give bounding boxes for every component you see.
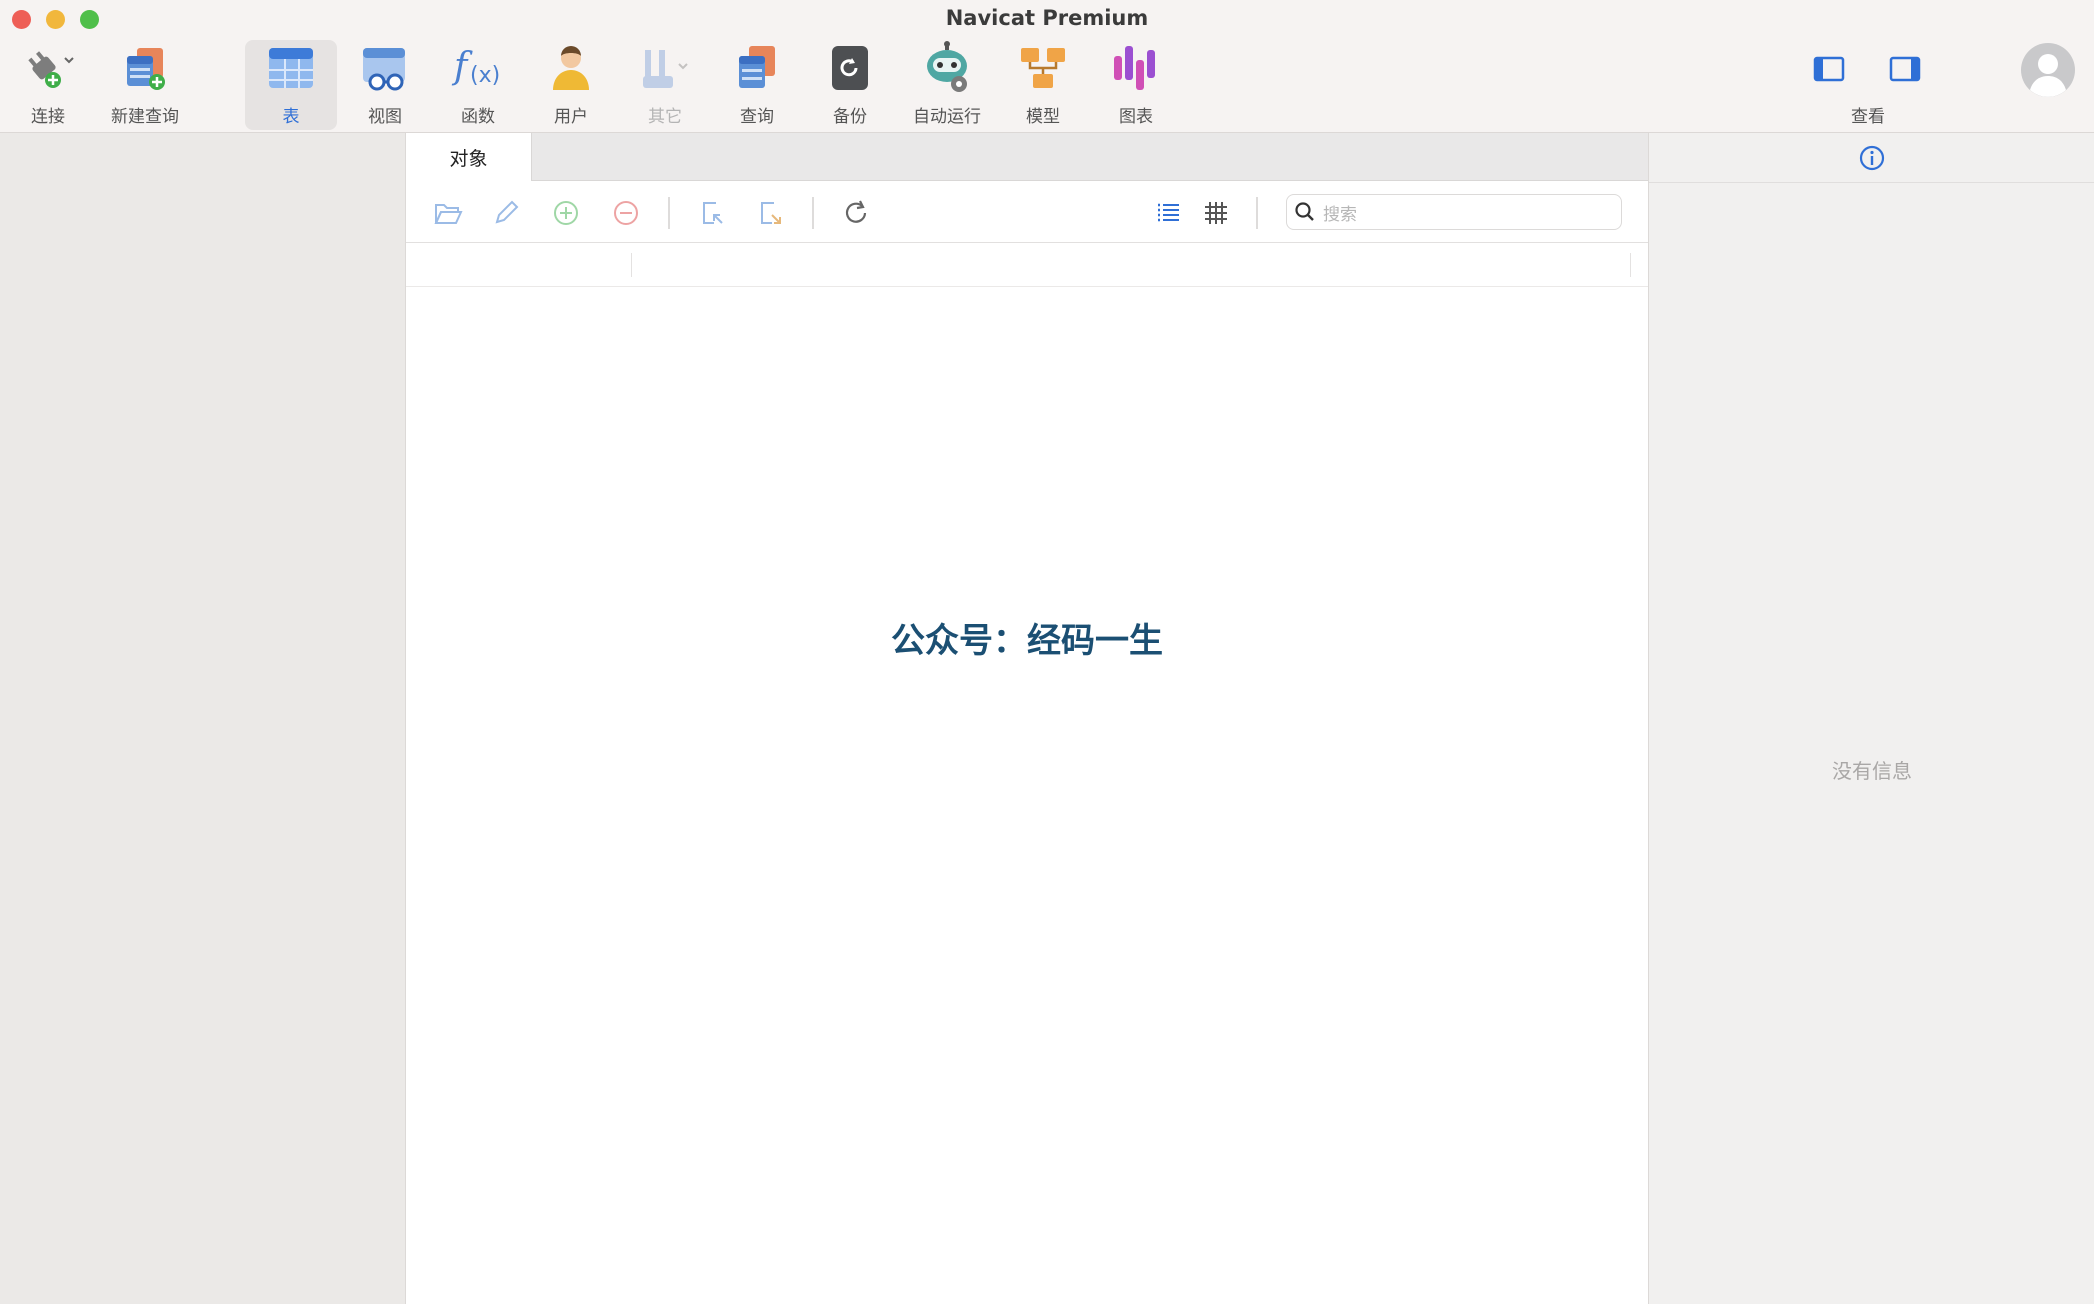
toggle-left-panel-button[interactable] (1812, 54, 1846, 84)
svg-text:(x): (x) (470, 63, 500, 88)
no-info-text: 没有信息 (1832, 759, 1912, 783)
info-tab-button[interactable] (1857, 143, 1887, 173)
toolbar-label: 自动运行 (913, 107, 981, 127)
grid-view-button[interactable] (1200, 197, 1232, 229)
user-button[interactable]: 用户 (538, 40, 604, 130)
toolbar-label: 表 (282, 107, 300, 127)
new-query-button[interactable]: 新建查询 (104, 40, 186, 130)
toolbar-label: 查询 (740, 107, 774, 127)
connection-sidebar[interactable] (0, 133, 406, 1304)
other-button[interactable]: 其它 (628, 40, 702, 130)
backup-icon (822, 40, 878, 96)
pencil-icon (495, 200, 519, 224)
user-avatar-icon (2021, 43, 2075, 97)
import-icon (703, 202, 723, 224)
backup-button[interactable]: 备份 (817, 40, 883, 130)
sidebar-right-icon (1889, 56, 1921, 82)
toolbar-label: 模型 (1026, 107, 1060, 127)
export-button[interactable] (754, 197, 786, 229)
new-query-icon (117, 40, 173, 96)
toolbar-separator (1256, 197, 1258, 229)
toolbar-label: 备份 (833, 107, 867, 127)
tab-bar: 对象 (406, 133, 1648, 181)
user-icon (543, 40, 599, 96)
add-object-button[interactable] (550, 197, 582, 229)
query-icon (729, 40, 785, 96)
column-divider[interactable] (631, 253, 632, 277)
toolbar-separator (668, 197, 670, 229)
search-icon (1287, 194, 1323, 230)
function-button[interactable]: f (x) 函数 (445, 40, 511, 130)
toolbar-label: 其它 (648, 107, 682, 127)
view-label: 查看 (1851, 107, 1885, 127)
list-view-button[interactable] (1152, 197, 1184, 229)
column-divider[interactable] (1630, 253, 1631, 277)
open-object-button[interactable] (432, 197, 464, 229)
toolbar-separator (812, 197, 814, 229)
toolbar-label: 连接 (31, 107, 65, 127)
toolbar: Navicat Premium 连接 新建查询 表 视图 f (x) 函数 用户… (0, 0, 2094, 133)
query-button[interactable]: 查询 (724, 40, 790, 130)
model-icon (1015, 40, 1071, 96)
app-window: Navicat Premium 连接 新建查询 表 视图 f (x) 函数 用户… (0, 0, 2094, 1304)
toolbar-label: 新建查询 (111, 107, 179, 127)
info-panel-header (1649, 133, 2094, 183)
info-icon (1859, 145, 1885, 170)
sidebar-left-icon (1813, 56, 1845, 82)
export-icon (761, 202, 781, 224)
import-button[interactable] (696, 197, 728, 229)
function-icon: f (x) (450, 40, 506, 96)
edit-object-button[interactable] (490, 197, 522, 229)
search-field[interactable]: 搜索 (1286, 194, 1622, 230)
delete-object-button[interactable] (610, 197, 642, 229)
chart-icon (1108, 40, 1164, 96)
object-toolbar: 搜索 (406, 181, 1648, 243)
refresh-icon (845, 200, 867, 223)
connect-button[interactable]: 连接 (10, 40, 86, 130)
view-button[interactable]: 视图 (352, 40, 418, 130)
view-icon (357, 40, 413, 96)
toolbar-label: 函数 (461, 107, 495, 127)
toolbar-label: 用户 (554, 107, 588, 127)
toolbar-label: 图表 (1119, 107, 1153, 127)
model-button[interactable]: 模型 (1010, 40, 1076, 130)
tools-icon (637, 40, 693, 96)
object-pane: 对象 搜索 公众号：经码一生 (406, 133, 1648, 1304)
search-placeholder: 搜索 (1323, 204, 1357, 225)
window-title: Navicat Premium (945, 6, 1149, 30)
toolbar-label: 视图 (368, 107, 402, 127)
info-panel: 没有信息 (1648, 133, 2094, 1304)
table-icon (263, 40, 319, 96)
chart-button[interactable]: 图表 (1103, 40, 1169, 130)
list-icon (1158, 203, 1179, 222)
minus-circle-icon (614, 201, 638, 225)
refresh-button[interactable] (840, 197, 872, 229)
folder-open-icon (434, 204, 463, 224)
toggle-right-panel-button[interactable] (1888, 54, 1922, 84)
plus-circle-icon (554, 201, 578, 225)
automation-button[interactable]: 自动运行 (904, 40, 990, 130)
object-list-header (406, 243, 1648, 287)
table-button[interactable]: 表 (245, 40, 337, 130)
plug-icon (20, 40, 76, 96)
avatar[interactable] (2020, 42, 2076, 98)
tab-objects[interactable]: 对象 (406, 133, 532, 181)
robot-icon (919, 40, 975, 96)
watermark-text: 公众号：经码一生 (891, 621, 1163, 661)
grid-icon (1205, 202, 1227, 224)
